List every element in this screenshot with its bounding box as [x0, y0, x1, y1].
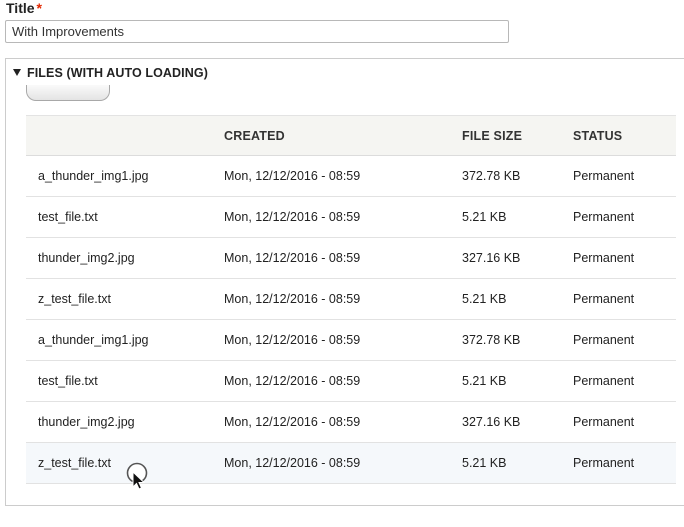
file-name-cell[interactable]: z_test_file.txt	[26, 278, 224, 320]
created-cell: Mon, 12/12/2016 - 08:59	[224, 196, 462, 238]
file-name-cell[interactable]: z_test_file.txt	[26, 442, 224, 484]
table-row: test_file.txt Mon, 12/12/2016 - 08:59 5.…	[26, 360, 676, 402]
file-name-cell[interactable]: thunder_img2.jpg	[26, 237, 224, 279]
file-name-cell[interactable]: thunder_img2.jpg	[26, 401, 224, 443]
triangle-down-icon	[13, 69, 21, 76]
files-summary-label: FILES (WITH AUTO LOADING)	[27, 66, 208, 80]
file-size-cell: 327.16 KB	[462, 401, 573, 443]
file-name-cell[interactable]: test_file.txt	[26, 360, 224, 402]
table-row: a_thunder_img1.jpg Mon, 12/12/2016 - 08:…	[26, 155, 676, 197]
status-cell: Permanent	[573, 278, 676, 320]
status-cell: Permanent	[573, 319, 676, 361]
status-cell: Permanent	[573, 196, 676, 238]
files-details: FILES (WITH AUTO LOADING) CREATED FILE S…	[5, 58, 684, 506]
table-header-row: CREATED FILE SIZE STATUS	[26, 115, 676, 156]
file-size-cell: 372.78 KB	[462, 155, 573, 197]
status-cell: Permanent	[573, 442, 676, 484]
file-name-cell[interactable]: a_thunder_img1.jpg	[26, 319, 224, 361]
title-label: Title *	[6, 0, 42, 16]
title-label-text: Title	[6, 0, 35, 16]
file-size-cell: 5.21 KB	[462, 442, 573, 484]
file-name-cell[interactable]: test_file.txt	[26, 196, 224, 238]
created-cell: Mon, 12/12/2016 - 08:59	[224, 360, 462, 402]
files-summary-toggle[interactable]: FILES (WITH AUTO LOADING)	[13, 66, 208, 80]
created-cell: Mon, 12/12/2016 - 08:59	[224, 319, 462, 361]
table-row: a_thunder_img1.jpg Mon, 12/12/2016 - 08:…	[26, 319, 676, 361]
table-row: z_test_file.txt Mon, 12/12/2016 - 08:59 …	[26, 442, 676, 484]
file-size-cell: 327.16 KB	[462, 237, 573, 279]
column-header-status[interactable]: STATUS	[573, 115, 676, 156]
created-cell: Mon, 12/12/2016 - 08:59	[224, 155, 462, 197]
file-size-cell: 5.21 KB	[462, 196, 573, 238]
status-cell: Permanent	[573, 401, 676, 443]
column-header-created[interactable]: CREATED	[224, 115, 462, 156]
status-cell: Permanent	[573, 360, 676, 402]
created-cell: Mon, 12/12/2016 - 08:59	[224, 237, 462, 279]
created-cell: Mon, 12/12/2016 - 08:59	[224, 442, 462, 484]
required-mark: *	[36, 0, 42, 16]
files-table: CREATED FILE SIZE STATUS a_thunder_img1.…	[26, 115, 676, 484]
file-size-cell: 5.21 KB	[462, 360, 573, 402]
status-cell: Permanent	[573, 155, 676, 197]
apply-button[interactable]	[26, 85, 110, 101]
table-row: thunder_img2.jpg Mon, 12/12/2016 - 08:59…	[26, 401, 676, 443]
column-header-name	[26, 115, 224, 156]
column-header-file-size[interactable]: FILE SIZE	[462, 115, 573, 156]
table-row: thunder_img2.jpg Mon, 12/12/2016 - 08:59…	[26, 237, 676, 279]
file-name-cell[interactable]: a_thunder_img1.jpg	[26, 155, 224, 197]
file-size-cell: 5.21 KB	[462, 278, 573, 320]
file-size-cell: 372.78 KB	[462, 319, 573, 361]
created-cell: Mon, 12/12/2016 - 08:59	[224, 401, 462, 443]
table-row: test_file.txt Mon, 12/12/2016 - 08:59 5.…	[26, 196, 676, 238]
page: Title* FILES (WITH AUTO LOADING) CREATED…	[0, 0, 684, 527]
created-cell: Mon, 12/12/2016 - 08:59	[224, 278, 462, 320]
table-row: z_test_file.txt Mon, 12/12/2016 - 08:59 …	[26, 278, 676, 320]
title-input[interactable]	[5, 20, 509, 43]
status-cell: Permanent	[573, 237, 676, 279]
